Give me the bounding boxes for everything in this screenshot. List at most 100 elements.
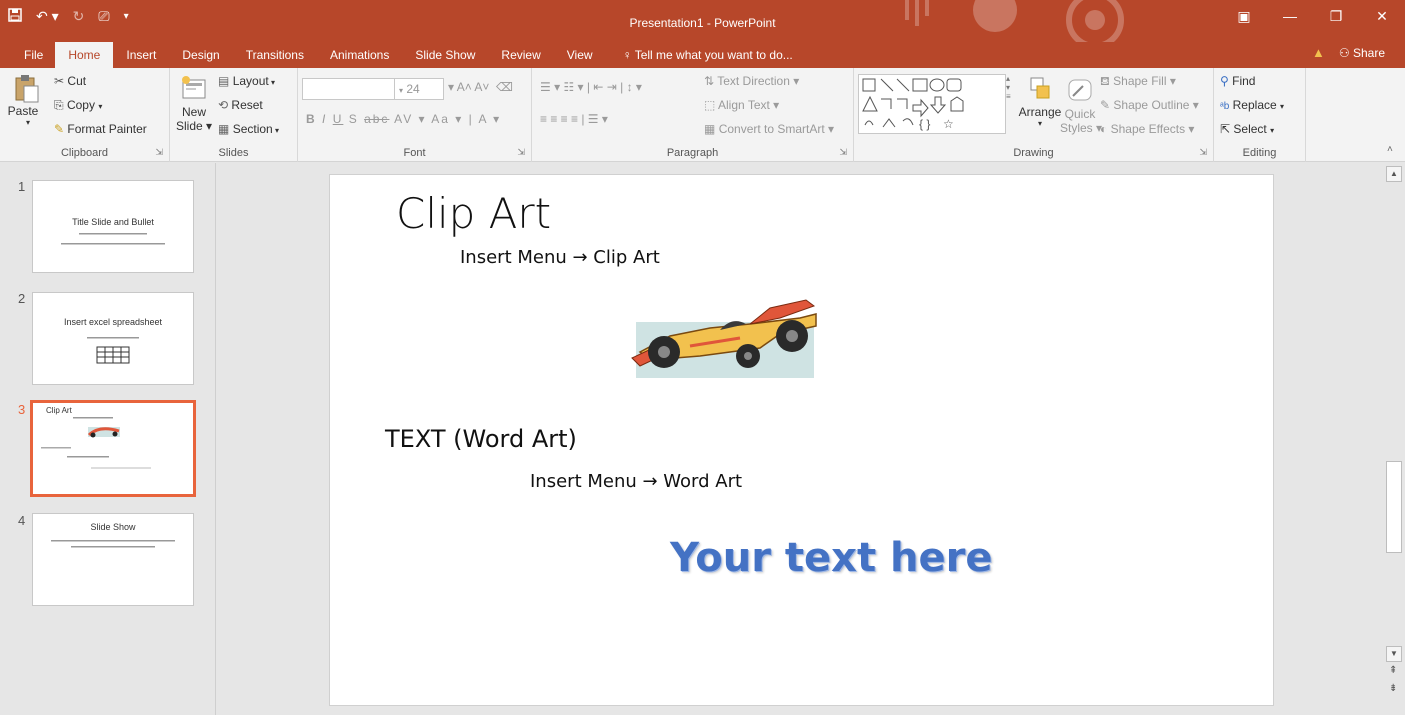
lightbulb-icon: ♀	[622, 48, 632, 62]
slide-bullet-1[interactable]: Insert Menu → Clip Art	[460, 247, 660, 268]
collapse-ribbon-icon[interactable]: ˄	[1387, 144, 1393, 155]
change-case-icon[interactable]: Aa ▾	[431, 112, 463, 126]
arrange-button[interactable]: Arrange ▾	[1006, 76, 1062, 128]
warning-icon[interactable]: ▲	[1312, 45, 1325, 60]
reset-button[interactable]: ⟲ Reset	[218, 98, 263, 112]
smartart-label: Convert to SmartArt	[718, 122, 825, 136]
tab-insert[interactable]: Insert	[113, 44, 169, 68]
scroll-down-icon[interactable]: ▼	[1386, 646, 1402, 662]
paint-bucket-icon: ⛾	[1100, 74, 1110, 88]
find-button[interactable]: ⚲ Find	[1220, 74, 1255, 88]
next-slide-icon[interactable]: ⇟	[1389, 683, 1397, 694]
window-controls: ▣ — ❐ ✕	[1221, 8, 1405, 25]
underline-icon[interactable]: U	[333, 112, 344, 126]
shape-effects-label: Shape Effects	[1110, 122, 1186, 136]
char-spacing-icon[interactable]: AV ▾	[394, 112, 426, 126]
text-direction-button[interactable]: ⇅ Text Direction ▾	[704, 74, 799, 88]
cut-button[interactable]: ✂ Cut	[54, 74, 86, 88]
slide-canvas[interactable]: Clip Art Insert Menu → Clip Art TEXT (Wo…	[329, 174, 1274, 706]
effects-icon: ◐	[1100, 122, 1108, 136]
section-icon: ▦	[218, 122, 230, 136]
thumbnail-number: 2	[18, 291, 26, 306]
share-area: ▲ ⚇ Share	[1312, 45, 1385, 60]
window-title: Presentation1 - PowerPoint	[629, 16, 776, 30]
editing-group-label: Editing	[1242, 147, 1277, 159]
find-label: Find	[1232, 74, 1256, 88]
scrollbar-thumb[interactable]	[1386, 461, 1402, 553]
grow-font-icon[interactable]: ▾ A˄ A˅ ⌫	[448, 80, 513, 94]
slides-group: New Slide ▾ ▤ Layout ▾ ⟲ Reset ▦ Section…	[170, 68, 298, 162]
paragraph-launcher-icon[interactable]: ⇲	[839, 147, 847, 158]
close-icon[interactable]: ✕	[1359, 8, 1405, 25]
restore-icon[interactable]: ❐	[1313, 8, 1359, 25]
share-button[interactable]: ⚇ Share	[1339, 46, 1385, 60]
slide-thumbnail-3[interactable]: Clip Art	[30, 400, 196, 497]
arrange-icon	[1030, 77, 1050, 99]
text-direction-label: Text Direction	[717, 74, 790, 88]
svg-text:{ }: { }	[919, 117, 930, 131]
tab-design[interactable]: Design	[169, 44, 232, 68]
paste-button[interactable]: Paste ▾	[8, 74, 40, 127]
copy-button[interactable]: ⎘ Copy ▾	[54, 98, 102, 113]
previous-slide-icon[interactable]: ⇞	[1389, 665, 1397, 676]
quick-label: Quick	[1064, 107, 1096, 121]
shape-effects-button[interactable]: ◐ Shape Effects ▾	[1100, 122, 1194, 136]
ribbon: Paste ▾ ✂ Cut ⎘ Copy ▾ ✎ Format Painter …	[0, 68, 1405, 162]
word-art-text[interactable]: Your text here	[670, 535, 992, 581]
shapes-gallery[interactable]: { } ☆	[858, 74, 1006, 134]
tab-review[interactable]: Review	[488, 44, 553, 68]
ribbon-display-options-icon[interactable]: ▣	[1221, 8, 1267, 25]
list-icons[interactable]: ☰ ▾ ☷ ▾ | ⇤ ⇥ | ↕ ▾	[540, 80, 642, 94]
section-button[interactable]: ▦ Section ▾	[218, 122, 279, 136]
font-launcher-icon[interactable]: ⇲	[517, 147, 525, 158]
slide-thumbnail-1[interactable]: Title Slide and Bullet	[32, 180, 194, 273]
thumbnail-table-icon	[87, 337, 139, 364]
tab-animations[interactable]: Animations	[317, 44, 402, 68]
slide-thumbnail-4[interactable]: Slide Show	[32, 513, 194, 606]
select-button[interactable]: ⇱ Select ▾	[1220, 122, 1274, 136]
scroll-up-icon[interactable]: ▲	[1386, 166, 1402, 182]
quick-styles-button[interactable]: Quick Styles ▾	[1060, 76, 1102, 135]
shape-fill-button[interactable]: ⛾ Shape Fill ▾	[1100, 74, 1176, 90]
layout-button[interactable]: ▤ Layout ▾	[218, 74, 275, 88]
minimize-icon[interactable]: —	[1267, 8, 1313, 25]
tab-home[interactable]: Home	[55, 42, 114, 68]
tab-transitions[interactable]: Transitions	[233, 44, 317, 68]
clipboard-launcher-icon[interactable]: ⇲	[155, 147, 163, 158]
tell-me-box[interactable]: ♀ Tell me what you want to do...	[610, 44, 806, 68]
paste-label: Paste	[7, 104, 39, 118]
slide-heading-word-art[interactable]: TEXT (Word Art)	[385, 425, 577, 453]
layout-label: Layout	[232, 74, 269, 88]
tab-slide-show[interactable]: Slide Show	[402, 44, 488, 68]
tab-view[interactable]: View	[554, 44, 606, 68]
thumbnail-title: Title Slide and Bullet	[72, 217, 154, 227]
tab-file[interactable]: File	[12, 44, 55, 68]
thumbnail-number: 4	[18, 513, 26, 528]
slide-bullet-2[interactable]: Insert Menu → Word Art	[530, 471, 742, 492]
align-text-button[interactable]: ⬚ Align Text ▾	[704, 98, 779, 112]
bold-icon[interactable]: B	[306, 112, 317, 126]
slide-thumbnail-pane: 1 Title Slide and Bullet 2 Insert excel …	[0, 163, 216, 715]
strikethrough-icon[interactable]: abc	[364, 112, 389, 126]
paste-icon	[15, 75, 39, 103]
smartart-button[interactable]: ▦ Convert to SmartArt ▾	[704, 122, 834, 136]
slide-thumbnail-2[interactable]: Insert excel spreadsheet	[32, 292, 194, 385]
font-color-icon[interactable]: | A ▾	[469, 112, 502, 126]
paintbrush-icon: ✎	[54, 122, 65, 136]
font-size-box[interactable]: ▾ 24	[394, 78, 444, 100]
paste-dropdown-icon[interactable]: ▾	[16, 118, 40, 127]
new-slide-button[interactable]: New Slide ▾	[176, 74, 212, 133]
drawing-launcher-icon[interactable]: ⇲	[1199, 147, 1207, 158]
vertical-scrollbar[interactable]: ▲ ▼ ⇞ ⇟	[1383, 163, 1405, 715]
replace-button[interactable]: ᵃb Replace ▾	[1220, 98, 1284, 112]
slide-title[interactable]: Clip Art	[396, 189, 551, 238]
race-car-clipart[interactable]	[630, 290, 820, 380]
drawing-group: { } ☆ ▴ ▾ ≡ Arrange ▾ Quick Styles ▾ ⛾ Shap…	[854, 68, 1214, 162]
new-slide-label: New	[181, 105, 206, 119]
format-painter-button[interactable]: ✎ Format Painter	[54, 122, 147, 136]
align-text-label: Align Text	[718, 98, 770, 112]
italic-icon[interactable]: I	[322, 112, 327, 126]
shape-outline-button[interactable]: ✎ Shape Outline ▾	[1100, 98, 1199, 112]
shadow-icon[interactable]: S	[349, 112, 359, 126]
align-icons[interactable]: ≡ ≡ ≡ ≡ | ☰ ▾	[540, 112, 608, 126]
